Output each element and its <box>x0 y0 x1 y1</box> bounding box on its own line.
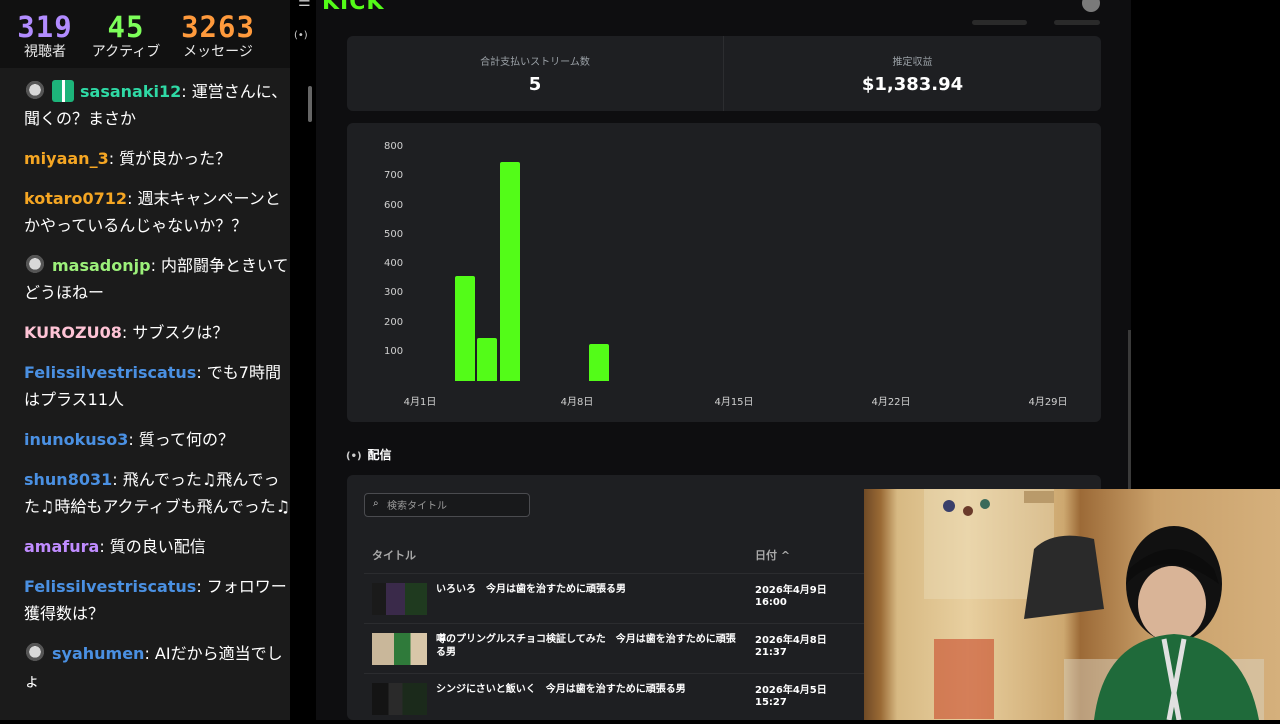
kpi-streams-value: 5 <box>528 74 542 95</box>
stream-thumbnail <box>372 683 427 715</box>
table-row[interactable]: いろいろ 今月は歯を治すために頑張る男 2026年4月9日 16:00 <box>364 573 864 624</box>
chart-bar[interactable] <box>589 343 610 381</box>
search-box[interactable]: ⌕ <box>364 493 530 517</box>
user-badge-icon <box>24 80 46 102</box>
chat-scrollbar[interactable] <box>308 86 312 122</box>
chat-message: sasanaki12: 運営さんに、聞くの？まさか <box>24 78 294 132</box>
chat-message: Felissilvestriscatus: でも7時間はプラス11人 <box>24 359 294 413</box>
kpi-earnings-label: 推定収益 <box>892 57 933 68</box>
chat-username[interactable]: shun8031 <box>24 470 112 489</box>
stream-thumbnail <box>372 633 427 665</box>
chat-message: masadonjp: 内部闘争ときいてどうほねー <box>24 252 294 306</box>
stream-title[interactable]: いろいろ 今月は歯を治すために頑張る男 <box>436 583 736 596</box>
stream-date: 2026年4月5日 15:27 <box>755 685 827 708</box>
gift-badge-icon <box>52 80 74 102</box>
chat-message: amafura: 質の良い配信 <box>24 533 294 560</box>
viewers-label: 視聴者 <box>24 44 66 60</box>
active-stat: 45 アクティブ <box>81 10 171 62</box>
topbar-button[interactable] <box>1054 20 1100 25</box>
col-header-date[interactable]: 日付 ^ <box>755 547 790 563</box>
y-tick-label: 700 <box>384 170 404 182</box>
chat-message: inunokuso3: 質って何の？ <box>24 426 294 453</box>
viewers-stat: 319 視聴者 <box>0 10 90 62</box>
chat-username[interactable]: KUROZU08 <box>24 323 122 342</box>
chat-username[interactable]: Felissilvestriscatus <box>24 363 196 382</box>
messages-count: 3263 <box>181 10 255 44</box>
chart-bar[interactable] <box>477 337 498 381</box>
webcam-overlay <box>864 489 1280 720</box>
chat-text: : 質の良い配信 <box>99 537 206 556</box>
chart-bar[interactable] <box>454 275 475 381</box>
x-tick-label: 4月15日 <box>714 397 754 408</box>
search-input[interactable] <box>385 496 529 516</box>
stream-title[interactable]: シンジにさいと飯いく 今月は歯を治すために頑張る男 <box>436 683 736 696</box>
webcam-image <box>924 489 1264 720</box>
chat-message: shun8031: 飛んでった♫飛んでった♫時給もアクティブも飛んでった♫ <box>24 466 294 520</box>
table-row[interactable]: シンジにさいと飯いく 今月は歯を治すために頑張る男 2026年4月5日 15:2… <box>364 673 864 724</box>
streams-section-title: (•) 配信 <box>346 446 392 463</box>
x-tick-label: 4月8日 <box>560 397 594 408</box>
kick-logo[interactable]: KICK <box>322 0 384 15</box>
live-icon: (•) <box>294 30 308 41</box>
stream-date: 2026年4月8日 21:37 <box>755 635 827 658</box>
chat-username[interactable]: syahumen <box>52 644 144 663</box>
chat-message: syahumen: AIだから適当でしょ <box>24 640 294 694</box>
chat-message-list: sasanaki12: 運営さんに、聞くの？まさか miyaan_3: 質が良かっ… <box>24 78 294 707</box>
user-badge-icon <box>24 254 46 276</box>
y-tick-label: 500 <box>384 228 404 240</box>
search-icon: ⌕ <box>373 498 379 509</box>
chat-username[interactable]: kotaro0712 <box>24 189 127 208</box>
chat-text: : 質って何の？ <box>128 430 235 449</box>
chat-overlay: 319 視聴者 45 アクティブ 3263 メッセージ sasanaki12 : … <box>0 0 290 720</box>
topbar-button[interactable] <box>972 20 1027 25</box>
kpi-earnings-value: $1,383.94 <box>861 74 964 95</box>
broadcast-icon: (•) <box>346 451 362 462</box>
y-tick-label: 300 <box>384 287 404 299</box>
user-badge-icon <box>24 642 46 664</box>
messages-stat: 3263 メッセージ <box>173 10 263 62</box>
col-header-title[interactable]: タイトル <box>372 547 416 563</box>
kpi-earnings: 推定収益 $1,383.94 <box>724 36 1101 111</box>
chat-username[interactable]: Felissilvestriscatus <box>24 577 196 596</box>
chart-bar[interactable] <box>499 162 520 381</box>
chat-username[interactable]: sasanaki12 <box>80 82 181 101</box>
streams-heading: 配信 <box>367 448 392 462</box>
stream-stats: 319 視聴者 45 アクティブ 3263 メッセージ <box>0 0 290 68</box>
chat-message: KUROZU08: サブスクは？ <box>24 319 294 346</box>
page-scrollbar[interactable] <box>1128 330 1131 490</box>
chat-text: : 質が良かった？ <box>108 149 232 168</box>
chat-username[interactable]: miyaan_3 <box>24 149 109 168</box>
stream-date: 2026年4月9日 16:00 <box>755 585 827 608</box>
viewers-count: 319 <box>17 10 73 44</box>
stream-thumbnail <box>372 583 427 615</box>
y-tick-label: 200 <box>384 316 404 328</box>
y-tick-label: 100 <box>384 345 404 357</box>
chat-message: kotaro0712: 週末キャンペーンとかやっているんじゃないか？？ <box>24 185 294 239</box>
x-tick-label: 4月22日 <box>871 397 911 408</box>
chat-username[interactable]: inunokuso3 <box>24 430 128 449</box>
kpi-streams-label: 合計支払いストリーム数 <box>480 57 590 68</box>
y-tick-label: 400 <box>384 258 404 269</box>
chat-message: Felissilvestriscatus: フォロワー獲得数は？ <box>24 573 294 627</box>
chat-username[interactable]: amafura <box>24 537 99 556</box>
chat-username[interactable]: masadonjp <box>52 256 151 275</box>
y-tick-label: 800 <box>384 141 404 152</box>
messages-label: メッセージ <box>183 44 253 60</box>
chat-message: miyaan_3: 質が良かった？ <box>24 145 294 172</box>
x-tick-label: 4月1日 <box>403 397 437 408</box>
table-row[interactable]: 噂のプリングルスチョコ検証してみた 今月は歯を治すために頑張る男 2026年4月… <box>364 623 864 674</box>
kpi-streams: 合計支払いストリーム数 5 <box>347 36 723 111</box>
chat-text: : サブスクは？ <box>121 323 229 342</box>
active-label: アクティブ <box>91 44 161 60</box>
y-tick-label: 600 <box>384 199 404 211</box>
x-tick-label: 4月29日 <box>1028 397 1068 408</box>
stream-title[interactable]: 噂のプリングルスチョコ検証してみた 今月は歯を治すために頑張る男 <box>436 633 736 659</box>
menu-icon[interactable]: ☰ <box>298 0 311 10</box>
active-count: 45 <box>107 10 145 44</box>
